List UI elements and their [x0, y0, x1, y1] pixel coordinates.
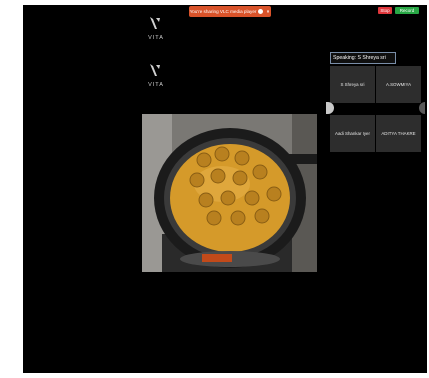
record-button[interactable]: Record: [395, 7, 419, 14]
participant-tile[interactable]: Aadi Shankar Iyer: [330, 115, 375, 152]
vita-logo-icon: [150, 17, 160, 29]
participant-tile[interactable]: S Shreya sri: [330, 66, 375, 103]
participant-name: A.SOWMIYA: [385, 82, 412, 87]
active-speaker-bar: Speaking: S Shreya sri: [330, 52, 396, 64]
share-banner-text: You're sharing VLC media player: [189, 9, 257, 14]
hand-icon[interactable]: [258, 9, 264, 14]
vita-logo-top: VITA: [147, 16, 165, 41]
participant-name: Aadi Shankar Iyer: [335, 131, 370, 136]
vita-logo-bottom: VITA: [147, 63, 165, 88]
participant-name: S Shreya sri: [340, 82, 365, 87]
next-page-arrow-icon[interactable]: [419, 102, 425, 114]
vita-logo-icon: [150, 64, 160, 76]
previous-page-arrow-icon[interactable]: [326, 102, 334, 114]
vita-logo-text: VITA: [148, 35, 164, 41]
screen-share-banner[interactable]: You're sharing VLC media player ⏸: [189, 6, 271, 17]
shared-screen: You're sharing VLC media player ⏸ Stop R…: [23, 5, 427, 373]
vita-logo-text: VITA: [148, 82, 164, 88]
shared-video-frame[interactable]: [142, 114, 317, 272]
stop-share-button[interactable]: Stop: [378, 7, 392, 14]
pause-icon[interactable]: ⏸: [265, 9, 270, 15]
participant-tile[interactable]: ADITYA THAKRE: [376, 115, 421, 152]
participant-tile[interactable]: A.SOWMIYA: [376, 66, 421, 103]
cooking-pot-image: [142, 114, 317, 272]
participant-name: ADITYA THAKRE: [381, 131, 416, 136]
